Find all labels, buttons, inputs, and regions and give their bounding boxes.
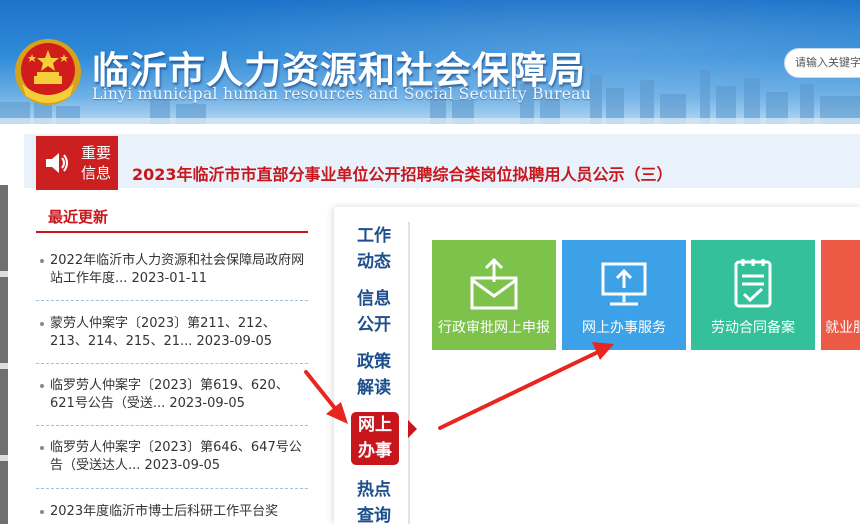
- bullet-icon: [40, 510, 44, 514]
- list-item[interactable]: 2023年度临沂市博士后科研工作平台奖: [40, 503, 306, 521]
- list-item[interactable]: 临罗劳人仲案字〔2023〕第646、647号公告（受送达人... 2023-09…: [40, 439, 306, 475]
- badge-label-line2: 信息: [80, 164, 111, 182]
- list-item[interactable]: 2022年临沂市人力资源和社会保障局政府网站工作年度... 2023-01-11: [40, 252, 306, 288]
- tab-hot-query[interactable]: 热点 查询: [350, 477, 398, 524]
- page: 临沂市人力资源和社会保障局 Linyi municipal human reso…: [0, 0, 860, 524]
- tile-labor-contract[interactable]: 劳动合同备案: [691, 240, 815, 350]
- divider: [36, 363, 308, 364]
- site-subtitle: Linyi municipal human resources and Soci…: [92, 85, 592, 103]
- left-side-tabs[interactable]: [0, 185, 8, 524]
- notice-headline-link[interactable]: 2023年临沂市市直部分事业单位公开招聘综合类岗位拟聘用人员公示（三）: [132, 161, 673, 185]
- badge-label-line1: 重要: [80, 144, 111, 162]
- recent-updates-title: 最近更新: [48, 208, 109, 226]
- national-emblem-icon: [15, 39, 81, 105]
- panel-divider: [408, 222, 410, 524]
- speaker-icon: [46, 153, 68, 173]
- divider: [36, 425, 308, 426]
- important-info-badge: 重要 信息: [36, 136, 118, 190]
- bullet-icon: [40, 384, 44, 388]
- site-header: 临沂市人力资源和社会保障局 Linyi municipal human reso…: [0, 0, 860, 124]
- tile-label: 网上办事服务: [582, 320, 666, 336]
- tile-admin-approval[interactable]: 行政审批网上申报: [432, 240, 556, 350]
- tile-online-service[interactable]: 网上办事服务: [562, 240, 686, 350]
- tab-online-services[interactable]: 网上 办事: [351, 412, 399, 465]
- monitor-upload-icon: [601, 262, 647, 306]
- tab-info-disclosure[interactable]: 信息 公开: [350, 286, 398, 338]
- tile-employment-service[interactable]: 就业服务: [821, 240, 860, 350]
- clipboard-check-icon: [734, 259, 772, 308]
- bullet-icon: [40, 446, 44, 450]
- divider: [36, 488, 308, 489]
- list-item[interactable]: 蒙劳人仲案字〔2023〕第211、212、213、214、215、21... 2…: [40, 315, 306, 351]
- divider: [36, 300, 308, 301]
- tile-label: 就业服务: [825, 320, 860, 336]
- bullet-icon: [40, 259, 44, 263]
- list-item[interactable]: 临罗劳人仲案字〔2023〕第619、620、621号公告（受送... 2023-…: [40, 377, 306, 413]
- envelope-upload-icon: [470, 257, 518, 310]
- tile-label: 劳动合同备案: [711, 320, 795, 336]
- tile-label: 行政审批网上申报: [438, 320, 550, 336]
- tab-policy-interpretation[interactable]: 政策 解读: [350, 349, 398, 401]
- tab-work-news[interactable]: 工作 动态: [350, 223, 398, 275]
- bullet-icon: [40, 322, 44, 326]
- recent-title-underline: [36, 231, 308, 233]
- search-input[interactable]: 请输入关键字: [784, 48, 860, 78]
- active-tab-pointer: [408, 420, 417, 438]
